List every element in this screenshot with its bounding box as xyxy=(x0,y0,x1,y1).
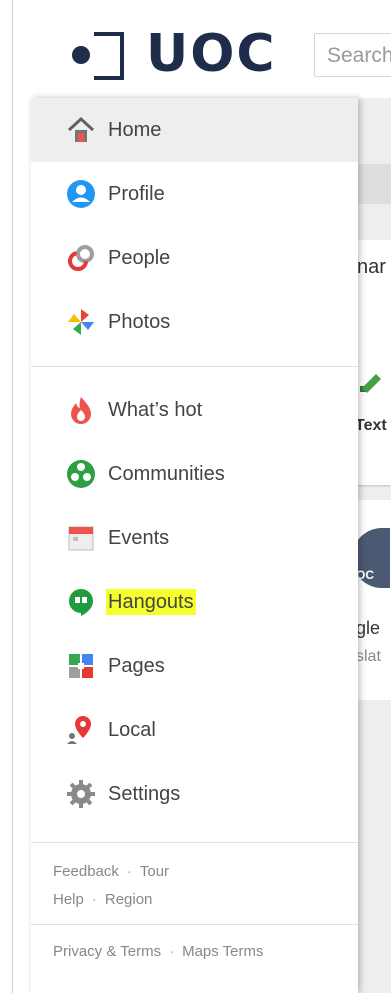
content-tab-strip xyxy=(358,164,391,204)
pages-icon xyxy=(69,654,93,678)
window-left-edge xyxy=(12,0,13,993)
calendar-icon xyxy=(68,526,94,551)
drawer-divider xyxy=(31,842,358,843)
avatar-label: OC xyxy=(356,568,374,582)
help-link[interactable]: Help xyxy=(53,891,84,908)
nav-item-events[interactable]: Events xyxy=(31,506,358,570)
nav-item-local[interactable]: Local xyxy=(31,698,358,762)
nav-item-label: Home xyxy=(108,119,162,141)
uoc-logo[interactable]: UOC xyxy=(72,24,275,86)
logo-box-shape xyxy=(94,32,124,80)
nav-item-label: What’s hot xyxy=(108,399,203,421)
nav-item-pages[interactable]: Pages xyxy=(31,634,358,698)
search-input[interactable]: Search xyxy=(314,33,391,77)
separator: · xyxy=(126,863,132,880)
content-partial-name: gle xyxy=(356,618,381,638)
profile-icon xyxy=(67,180,95,208)
nav-item-label: Hangouts xyxy=(106,589,196,615)
maps-terms-link[interactable]: Maps Terms xyxy=(182,943,263,960)
photos-icon xyxy=(68,309,94,335)
nav-item-whats-hot[interactable]: What’s hot xyxy=(31,378,358,442)
footer-links-row-3: Privacy & Terms · Maps Terms xyxy=(53,943,264,960)
location-pin-icon xyxy=(67,716,91,744)
content-partial-title: nar xyxy=(357,256,386,278)
nav-item-label: Photos xyxy=(108,311,171,333)
nav-item-profile[interactable]: Profile xyxy=(31,162,358,226)
content-partial-subtitle: slat xyxy=(356,648,381,665)
nav-item-label: Events xyxy=(108,527,170,549)
content-text-button[interactable]: Text xyxy=(355,417,387,435)
communities-icon xyxy=(67,460,95,488)
region-link[interactable]: Region xyxy=(105,891,153,908)
nav-item-settings[interactable]: Settings xyxy=(31,762,358,826)
search-placeholder: Search xyxy=(327,44,391,67)
gear-icon xyxy=(67,780,95,808)
people-icon xyxy=(68,245,94,271)
logo-dot-shape xyxy=(72,46,90,64)
hangouts-icon xyxy=(69,589,93,616)
separator: · xyxy=(91,891,97,908)
nav-item-people[interactable]: People xyxy=(31,226,358,290)
nav-item-communities[interactable]: Communities xyxy=(31,442,358,506)
privacy-terms-link[interactable]: Privacy & Terms xyxy=(53,943,161,960)
feedback-link[interactable]: Feedback xyxy=(53,863,119,880)
nav-item-label: People xyxy=(108,247,171,269)
nav-item-home[interactable]: Home xyxy=(31,98,358,162)
drawer-divider xyxy=(31,924,358,925)
nav-item-label: Communities xyxy=(108,463,225,485)
drawer-divider xyxy=(31,366,358,367)
footer-links-row-1: Feedback · Tour xyxy=(53,863,169,880)
nav-item-label: Local xyxy=(108,719,156,741)
footer-links-row-2: Help · Region xyxy=(53,891,152,908)
navigation-drawer: Home Profile People Photos What’s hot Co… xyxy=(31,98,358,993)
nav-item-label: Pages xyxy=(108,655,165,677)
logo-text: UOC xyxy=(146,24,277,84)
pencil-icon[interactable] xyxy=(356,370,384,398)
nav-item-photos[interactable]: Photos xyxy=(31,290,358,354)
separator: · xyxy=(169,943,175,960)
flame-icon xyxy=(71,397,91,424)
nav-item-label: Settings xyxy=(108,783,181,805)
nav-item-label: Profile xyxy=(108,183,165,205)
tour-link[interactable]: Tour xyxy=(140,863,169,880)
home-icon xyxy=(67,116,95,142)
nav-item-hangouts[interactable]: Hangouts xyxy=(31,570,358,634)
